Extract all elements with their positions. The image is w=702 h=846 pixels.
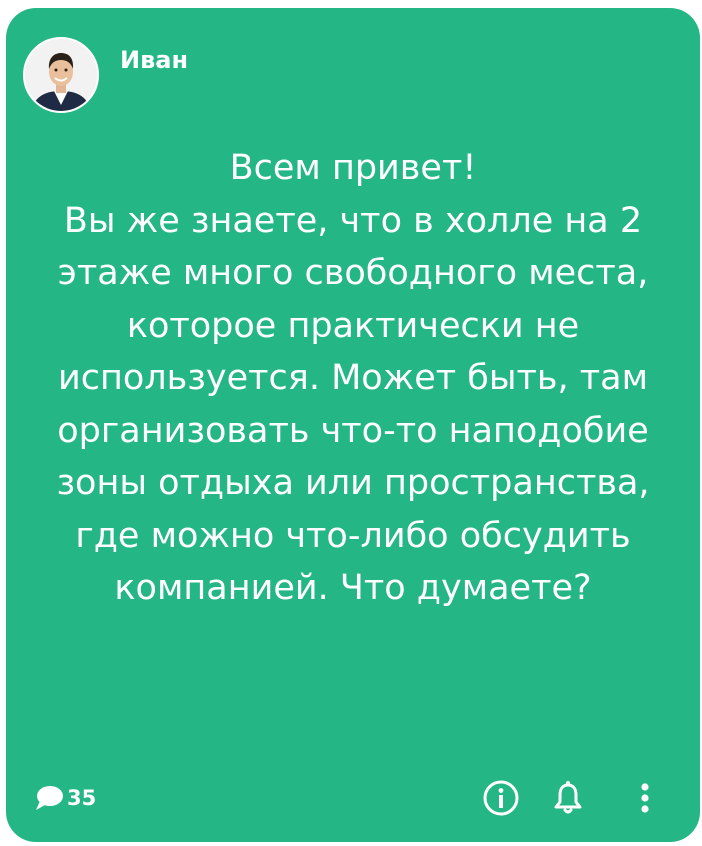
comment-icon [34,784,64,812]
author-avatar[interactable] [23,37,99,113]
comments-button[interactable]: 35 [34,780,96,816]
bell-icon [548,778,588,818]
comments-count: 35 [67,786,97,810]
post-card: Иван Всем привет! Вы же знаете, что в хо… [6,8,700,842]
more-options-button[interactable] [635,778,655,818]
author-name[interactable]: Иван [120,46,188,74]
notifications-button[interactable] [548,778,588,818]
post-text: Всем привет! Вы же знаете, что в холле н… [56,148,650,608]
info-icon [481,778,521,818]
info-button[interactable] [481,778,521,818]
more-vertical-icon [635,778,655,818]
